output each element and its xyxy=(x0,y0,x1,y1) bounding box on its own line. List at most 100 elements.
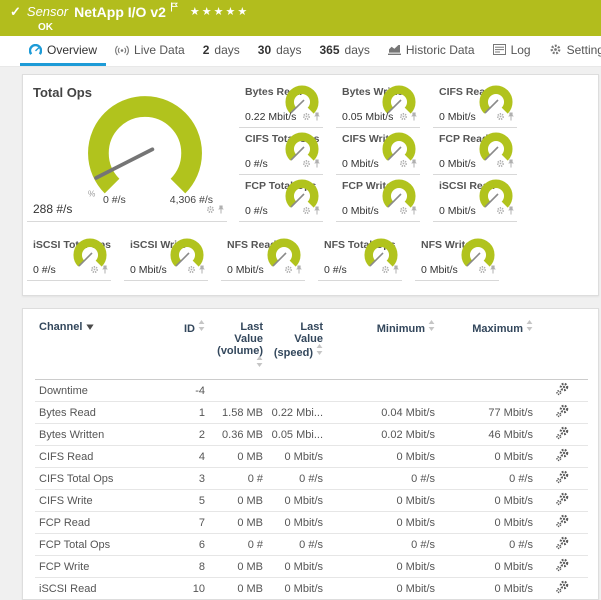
cell-volume: 0.36 MB xyxy=(209,424,267,446)
channel-settings-gear-icon[interactable] xyxy=(555,448,570,465)
tab-30-days[interactable]: 30 days xyxy=(249,36,311,66)
tab-prefix: 30 xyxy=(258,43,271,57)
sensor-status-banner: ✓ Sensor NetApp I/O v2 ★★★★★ OK xyxy=(0,0,601,36)
cell-maximum: 0 Mbit/s xyxy=(439,512,537,534)
cell-speed: 0.05 Mbi... xyxy=(267,424,327,446)
channel-gauge-fcp-read: FCP Read 0 Mbit/s xyxy=(433,128,517,175)
gauge-settings-gear-icon[interactable] xyxy=(187,261,196,279)
status-check-icon: ✓ xyxy=(10,4,21,20)
cell-id: 1 xyxy=(163,402,209,424)
channel-settings-gear-icon[interactable] xyxy=(555,580,570,597)
table-row: CIFS Total Ops 3 0 # 0 #/s 0 #/s 0 #/s xyxy=(35,468,588,490)
cell-minimum: 0 Mbit/s xyxy=(327,512,439,534)
cell-minimum: 0 Mbit/s xyxy=(327,446,439,468)
gauge-settings-gear-icon[interactable] xyxy=(496,108,505,126)
cell-maximum: 77 Mbit/s xyxy=(439,402,537,424)
gauge-pin-icon[interactable] xyxy=(507,202,515,220)
priority-flag-icon xyxy=(170,0,178,17)
channel-gauge-fcp-total-ops: FCP Total Ops 0 #/s xyxy=(239,175,323,222)
gauge-pin-icon[interactable] xyxy=(507,108,515,126)
cell-maximum: 0 Mbit/s xyxy=(439,578,537,600)
column-header-id[interactable]: ID xyxy=(163,313,209,380)
cell-id: 2 xyxy=(163,424,209,446)
gauge-pin-icon[interactable] xyxy=(392,261,400,279)
tab-label: Historic Data xyxy=(406,43,475,57)
channel-gauge-iscsi-write: iSCSI Write 0 Mbit/s xyxy=(124,234,208,281)
column-header-last-value-speed-[interactable]: Last Value (speed) xyxy=(267,313,327,380)
gauge-pin-icon[interactable] xyxy=(217,201,225,219)
cell-maximum: 0 #/s xyxy=(439,468,537,490)
channel-settings-gear-icon[interactable] xyxy=(555,404,570,421)
tab-365-days[interactable]: 365days xyxy=(310,36,378,66)
mini-gauge-value: 0.05 Mbit/s xyxy=(342,111,393,123)
gauge-settings-gear-icon[interactable] xyxy=(90,261,99,279)
gauge-pin-icon[interactable] xyxy=(410,155,418,173)
column-header-channel[interactable]: Channel xyxy=(35,313,163,380)
channel-gauge-fcp-write: FCP Write 0 Mbit/s xyxy=(336,175,420,222)
channel-settings-gear-icon[interactable] xyxy=(555,492,570,509)
gauge-pin-icon[interactable] xyxy=(313,155,321,173)
gauge-pin-icon[interactable] xyxy=(410,108,418,126)
channels-table-panel: ChannelIDLast Value (volume)Last Value (… xyxy=(22,308,599,600)
gauge-pin-icon[interactable] xyxy=(313,108,321,126)
table-row: CIFS Read 4 0 MB 0 Mbit/s 0 Mbit/s 0 Mbi… xyxy=(35,446,588,468)
column-header-last-value-volume-[interactable]: Last Value (volume) xyxy=(209,313,267,380)
column-header-minimum[interactable]: Minimum xyxy=(327,313,439,380)
gauge-settings-gear-icon[interactable] xyxy=(302,108,311,126)
gauge-settings-gear-icon[interactable] xyxy=(399,155,408,173)
gauge-settings-gear-icon[interactable] xyxy=(478,261,487,279)
tab-overview[interactable]: Overview xyxy=(20,36,106,66)
gauge-settings-gear-icon[interactable] xyxy=(206,201,215,219)
gauge-settings-gear-icon[interactable] xyxy=(302,202,311,220)
column-header-maximum[interactable]: Maximum xyxy=(439,313,537,380)
gauge-settings-gear-icon[interactable] xyxy=(496,155,505,173)
gauge-settings-gear-icon[interactable] xyxy=(399,202,408,220)
channel-settings-gear-icon[interactable] xyxy=(555,426,570,443)
channel-gauge-iscsi-total-ops: iSCSI Total Ops 0 #/s xyxy=(27,234,111,281)
gauges-panel: Total Ops % 0 #/s 4,306 #/s 288 #/s Byte… xyxy=(22,74,599,296)
gauge-settings-gear-icon[interactable] xyxy=(302,155,311,173)
gauge-pin-icon[interactable] xyxy=(313,202,321,220)
channel-settings-gear-icon[interactable] xyxy=(555,382,570,399)
table-header-row: ChannelIDLast Value (volume)Last Value (… xyxy=(35,313,588,380)
tab-log[interactable]: Log xyxy=(484,36,540,66)
channel-settings-gear-icon[interactable] xyxy=(555,558,570,575)
sensor-type-label: Sensor xyxy=(27,4,68,19)
channel-gauge-bytes-read: Bytes Read 0.22 Mbit/s xyxy=(239,81,323,128)
gauge-pin-icon[interactable] xyxy=(507,155,515,173)
tab-label: days xyxy=(214,43,239,57)
tab-settings[interactable]: Settings xyxy=(540,36,601,66)
gauge-settings-gear-icon[interactable] xyxy=(381,261,390,279)
cell-channel: iSCSI Read xyxy=(35,578,163,600)
cell-speed: 0 Mbit/s xyxy=(267,446,327,468)
cell-id: 7 xyxy=(163,512,209,534)
tab-live-data[interactable]: Live Data xyxy=(106,36,194,66)
gauge-settings-gear-icon[interactable] xyxy=(399,108,408,126)
table-row: Downtime -4 xyxy=(35,380,588,402)
tab-2-days[interactable]: 2days xyxy=(194,36,249,66)
gauge-settings-gear-icon[interactable] xyxy=(284,261,293,279)
gauge-pin-icon[interactable] xyxy=(295,261,303,279)
channel-settings-gear-icon[interactable] xyxy=(555,514,570,531)
tab-historic-data[interactable]: Historic Data xyxy=(379,36,484,66)
gauge-pin-icon[interactable] xyxy=(198,261,206,279)
gauge-settings-gear-icon[interactable] xyxy=(496,202,505,220)
cell-minimum: 0 Mbit/s xyxy=(327,578,439,600)
tab-label: days xyxy=(276,43,301,57)
channel-gauge-cifs-read: CIFS Read 0 Mbit/s xyxy=(433,81,517,128)
gauge-pin-icon[interactable] xyxy=(410,202,418,220)
gauge-pin-icon[interactable] xyxy=(101,261,109,279)
channel-settings-gear-icon[interactable] xyxy=(555,536,570,553)
channel-settings-gear-icon[interactable] xyxy=(555,470,570,487)
gauge-pin-icon[interactable] xyxy=(489,261,497,279)
channel-gauge-iscsi-read: iSCSI Read 0 Mbit/s xyxy=(433,175,517,222)
mini-gauge-value: 0 Mbit/s xyxy=(421,264,458,276)
channel-gauge-nfs-read: NFS Read 0 Mbit/s xyxy=(221,234,305,281)
main-gauge: % xyxy=(77,93,213,209)
cell-maximum: 0 Mbit/s xyxy=(439,446,537,468)
priority-stars[interactable]: ★★★★★ xyxy=(190,5,249,18)
cell-channel: Bytes Written xyxy=(35,424,163,446)
cell-speed: 0 Mbit/s xyxy=(267,512,327,534)
mini-gauge-value: 0 #/s xyxy=(324,264,347,276)
channel-gauge-nfs-total-ops: NFS Total Ops 0 #/s xyxy=(318,234,402,281)
